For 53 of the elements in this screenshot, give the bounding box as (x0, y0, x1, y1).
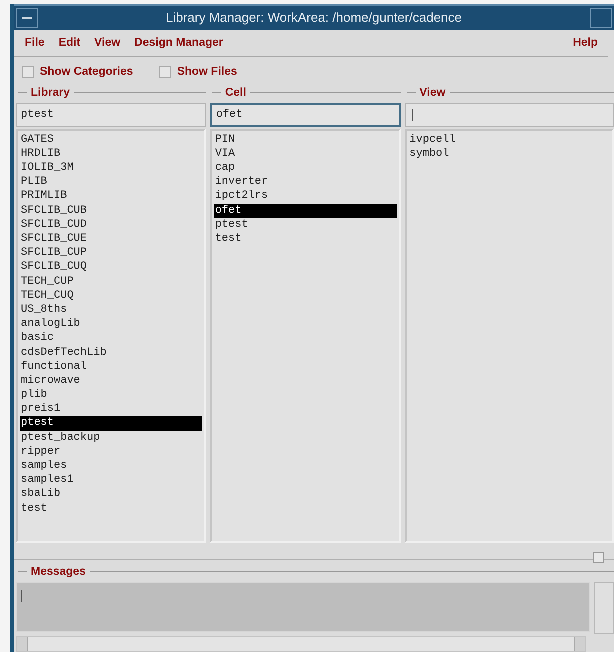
menu-item[interactable]: Design Manager (134, 36, 224, 49)
list-box[interactable]: PIN VIA cap inverter ipct2lrs ofet ptest test (210, 128, 401, 544)
input-field[interactable]: ofet (210, 102, 401, 127)
list-item[interactable]: ptest (214, 218, 397, 232)
menu-item[interactable]: Edit (58, 36, 81, 49)
list-item[interactable]: microwave (20, 374, 202, 388)
list-item[interactable]: GATES (20, 132, 202, 147)
list-item[interactable]: PLIB (20, 175, 202, 190)
list-box[interactable]: ivpcell symbol (404, 128, 614, 544)
checkbox-label[interactable]: Show Categories (40, 66, 134, 78)
group-title: Library (31, 86, 70, 99)
list-item[interactable]: SFCLIB_CUD (20, 218, 202, 232)
list-item[interactable]: test (214, 232, 397, 246)
window-title: Library Manager: WorkArea: /home/gunter/cadence (164, 10, 464, 26)
list-item[interactable]: samples1 (20, 473, 202, 488)
list-item[interactable]: functional (20, 360, 202, 374)
group-title: Messages (31, 566, 86, 578)
list-item[interactable]: basic (20, 331, 202, 346)
list-item[interactable]: US_8ths (20, 302, 202, 318)
list-item[interactable]: preis1 (20, 402, 202, 416)
list-item[interactable]: TECH_CUQ (20, 288, 202, 303)
list-item[interactable]: inverter (214, 175, 397, 190)
list-item[interactable]: test (20, 502, 202, 516)
list-item[interactable]: HRDLIB (20, 146, 202, 162)
list-item[interactable]: ptest (20, 416, 202, 431)
list-item[interactable]: ivpcell (408, 132, 610, 147)
list-item[interactable]: plib (20, 388, 202, 402)
menu-item[interactable]: File (25, 36, 45, 49)
list-item[interactable]: VIA (214, 146, 397, 162)
input-field[interactable]: ptest (16, 102, 206, 127)
list-item[interactable]: sbaLib (20, 487, 202, 502)
list-item[interactable]: ptest_backup (20, 430, 202, 445)
help-menu[interactable]: Help (573, 36, 598, 49)
list-item[interactable]: symbol (408, 146, 610, 162)
list-item[interactable]: TECH_CUP (20, 274, 202, 289)
list-item[interactable]: PIN (214, 132, 397, 147)
list-item[interactable]: SFCLIB_CUQ (20, 260, 202, 275)
list-item[interactable]: samples (20, 459, 202, 474)
list-item[interactable]: ripper (20, 444, 202, 460)
group-title: Cell (225, 86, 246, 99)
list-item[interactable]: SFCLIB_CUP (20, 246, 202, 260)
list-item[interactable]: ofet (214, 204, 397, 218)
list-item[interactable]: IOLIB_3M (20, 161, 202, 176)
list-item[interactable]: cdsDefTechLib (20, 346, 202, 360)
checkbox-label[interactable]: Show Files (177, 66, 238, 78)
list-item[interactable]: SFCLIB_CUB (20, 204, 202, 218)
list-item[interactable]: analogLib (20, 317, 202, 332)
list-item[interactable]: PRIMLIB (20, 189, 202, 204)
list-item[interactable]: SFCLIB_CUE (20, 232, 202, 246)
menu-item[interactable]: View (94, 36, 121, 49)
group-title: View (420, 86, 446, 99)
list-item[interactable]: cap (214, 161, 397, 176)
list-item[interactable]: ipct2lrs (214, 189, 397, 204)
